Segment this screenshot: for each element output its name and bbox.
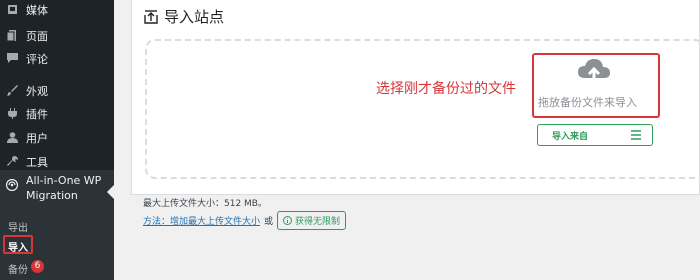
- import-from-label: 导入来自: [552, 132, 589, 142]
- increase-upload-size-link[interactable]: 方法：增加最大上传文件大小: [143, 214, 260, 227]
- migration-icon: [6, 179, 18, 191]
- get-unlimited-label: 获得无限制: [295, 216, 341, 227]
- backup-count-badge: 6: [31, 260, 44, 273]
- current-menu-arrow: [107, 185, 114, 199]
- or-text: 或: [264, 216, 274, 227]
- sidebar-item-pages[interactable]: 页面: [0, 26, 114, 44]
- sidebar-item-label: 评论: [26, 53, 48, 66]
- sidebar-item-plugins[interactable]: 插件: [0, 104, 114, 122]
- max-upload-size-text: 最大上传文件大小：512 MB。: [143, 199, 267, 209]
- sidebar-item-label: 用户: [26, 132, 48, 145]
- import-from-button[interactable]: 导入来自: [537, 124, 653, 146]
- plugin-icon: [6, 107, 18, 119]
- media-icon: [6, 3, 18, 15]
- sidebar-item-label: 页面: [26, 30, 48, 43]
- drop-to-import-label: 拖放备份文件来导入: [538, 96, 637, 109]
- sidebar-item-label: 插件: [26, 108, 48, 121]
- menu-icon: [631, 130, 641, 140]
- sidebar-item-appearance[interactable]: 外观: [0, 81, 114, 99]
- brush-icon: [6, 84, 18, 96]
- upload-limit-row: 方法：增加最大上传文件大小 或 获得无限制: [143, 210, 347, 230]
- page-title-text: 导入站点: [164, 8, 225, 26]
- annotation-hint: 选择刚才备份过的文件: [376, 81, 516, 97]
- sidebar-item-label-line1: All-in-One WP: [26, 174, 102, 187]
- sidebar-item-label: 外观: [26, 85, 48, 98]
- submenu-item-export[interactable]: 导出: [8, 219, 28, 234]
- sidebar-item-all-in-one-wp-migration[interactable]: All-in-One WP Migration: [0, 170, 114, 210]
- sidebar-item-media[interactable]: 媒体: [0, 0, 114, 18]
- wrench-icon: [6, 155, 18, 167]
- page-title: 导入站点: [144, 6, 224, 27]
- submenu-item-backups[interactable]: 备份: [8, 261, 28, 276]
- admin-sidebar: 媒体 页面 评论 外观 插件 用户 工具 All-in-One WP Migra…: [0, 0, 114, 280]
- get-unlimited-button[interactable]: 获得无限制: [277, 210, 347, 230]
- cloud-upload-icon[interactable]: [577, 58, 611, 86]
- sidebar-item-tools[interactable]: 工具: [0, 152, 114, 170]
- upload-box-icon: [144, 9, 158, 24]
- page-icon: [6, 29, 18, 41]
- comment-icon: [6, 52, 18, 64]
- import-highlight-box: [3, 235, 33, 254]
- user-icon: [6, 131, 18, 143]
- info-circle-icon: [283, 215, 293, 225]
- sidebar-item-users[interactable]: 用户: [0, 128, 114, 146]
- sidebar-item-label: 工具: [26, 156, 48, 169]
- sidebar-item-label-line2: Migration: [26, 189, 78, 202]
- sidebar-item-label: 媒体: [26, 4, 48, 17]
- sidebar-item-comments[interactable]: 评论: [0, 49, 114, 67]
